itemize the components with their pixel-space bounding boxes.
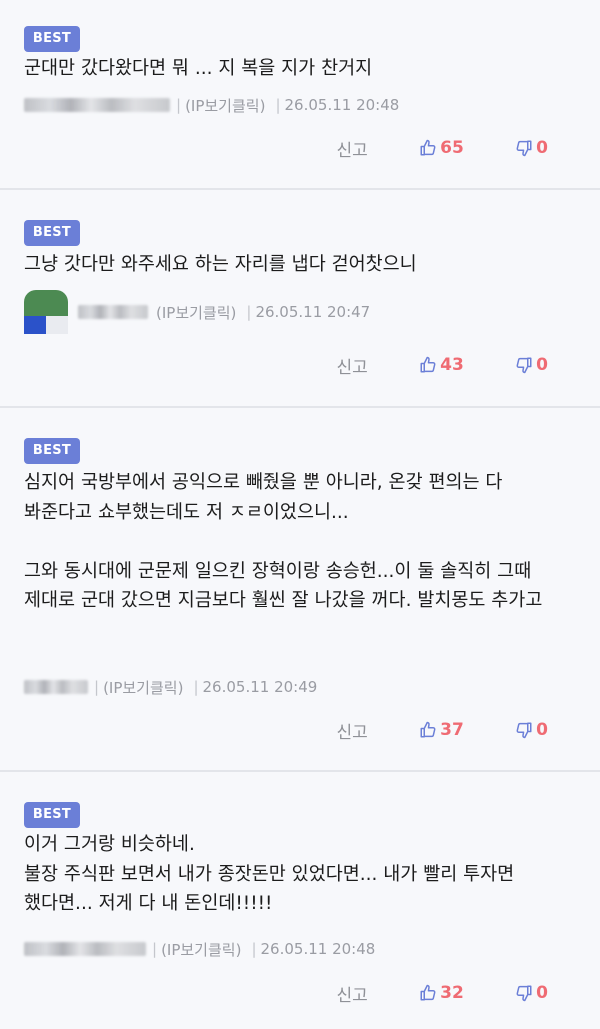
dislike-button[interactable]: 0 xyxy=(515,355,548,375)
comment-meta: | (IP보기클릭) | 26.05.11 20:49 xyxy=(24,676,317,698)
ip-view-link[interactable]: (IP보기클릭) xyxy=(103,677,183,698)
blurred-username xyxy=(78,305,148,319)
meta-divider: | xyxy=(275,96,281,114)
meta-divider: | xyxy=(152,940,158,958)
like-button[interactable]: 65 xyxy=(419,138,477,158)
ip-view-link[interactable]: (IP보기클릭) xyxy=(161,939,241,960)
comment-date: 26.05.11 20:47 xyxy=(255,303,371,321)
meta-divider: | xyxy=(94,678,100,696)
comment-meta: | (IP보기클릭) | 26.05.11 20:48 xyxy=(24,938,375,960)
dislike-count: 0 xyxy=(536,983,548,1003)
comment-text: 그냥 갓다만 와주세요 하는 자리를 냅다 걷어찻으니 xyxy=(24,254,417,275)
comment-actions: 신고 37 0 xyxy=(335,718,548,743)
meta-divider: | xyxy=(176,96,182,114)
thumbs-down-icon xyxy=(516,140,532,157)
meta-divider: | xyxy=(246,303,252,321)
ip-view-link[interactable]: (IP보기클릭) xyxy=(185,95,265,116)
comment-item: BEST 심지어 국방부에서 공익으로 빼줬을 뿐 아니라, 온갖 편의는 다 … xyxy=(0,408,600,772)
user-avatar xyxy=(24,290,68,334)
comment-meta: | (IP보기클릭) | 26.05.11 20:48 xyxy=(24,94,399,116)
dislike-count: 0 xyxy=(536,138,548,158)
comment-item: BEST 그냥 갓다만 와주세요 하는 자리를 냅다 걷어찻으니 (IP보기클릭… xyxy=(0,190,600,408)
thumbs-up-icon xyxy=(420,721,436,738)
comment-date: 26.05.11 20:49 xyxy=(202,678,318,696)
comment-text: 이거 그거랑 비슷하네. 불장 주식판 보면서 내가 종잣돈만 있었다면... … xyxy=(24,834,515,914)
comment-actions: 신고 65 0 xyxy=(335,136,548,161)
comment-item: BEST 이거 그거랑 비슷하네. 불장 주식판 보면서 내가 종잣돈만 있었다… xyxy=(0,772,600,1029)
like-button[interactable]: 32 xyxy=(419,983,477,1003)
comment-actions: 신고 32 0 xyxy=(335,981,548,1006)
like-count: 32 xyxy=(440,983,464,1003)
comment-text: 심지어 국방부에서 공익으로 빼줬을 뿐 아니라, 온갖 편의는 다 봐준다고 … xyxy=(24,472,543,611)
blurred-username xyxy=(24,680,88,694)
like-count: 43 xyxy=(440,355,464,375)
dislike-button[interactable]: 0 xyxy=(515,983,548,1003)
blurred-username xyxy=(24,98,170,112)
report-button[interactable]: 신고 xyxy=(335,718,369,743)
dislike-count: 0 xyxy=(536,720,548,740)
meta-divider: | xyxy=(251,940,257,958)
thumbs-down-icon xyxy=(516,722,532,739)
best-badge: BEST xyxy=(24,802,80,828)
comment-date: 26.05.11 20:48 xyxy=(260,940,376,958)
best-badge: BEST xyxy=(24,438,80,464)
report-button[interactable]: 신고 xyxy=(335,136,369,161)
thumbs-down-icon xyxy=(516,985,532,1002)
blurred-username xyxy=(24,942,146,956)
dislike-button[interactable]: 0 xyxy=(515,720,548,740)
thumbs-up-icon xyxy=(420,139,436,156)
report-button[interactable]: 신고 xyxy=(335,353,369,378)
ip-view-link[interactable]: (IP보기클릭) xyxy=(156,302,236,323)
dislike-button[interactable]: 0 xyxy=(515,138,548,158)
like-button[interactable]: 37 xyxy=(419,720,477,740)
like-count: 37 xyxy=(440,720,464,740)
like-button[interactable]: 43 xyxy=(419,355,477,375)
meta-divider: | xyxy=(193,678,199,696)
best-badge: BEST xyxy=(24,26,80,52)
comment-actions: 신고 43 0 xyxy=(335,353,548,378)
thumbs-up-icon xyxy=(420,356,436,373)
best-badge: BEST xyxy=(24,220,80,246)
thumbs-up-icon xyxy=(420,984,436,1001)
like-count: 65 xyxy=(440,138,464,158)
report-button[interactable]: 신고 xyxy=(335,981,369,1006)
comment-item: BEST 군대만 갔다왔다면 뭐 ... 지 복을 지가 찬거지 | (IP보기… xyxy=(0,0,600,190)
dislike-count: 0 xyxy=(536,355,548,375)
thumbs-down-icon xyxy=(516,357,532,374)
comment-date: 26.05.11 20:48 xyxy=(284,96,400,114)
comment-text: 군대만 갔다왔다면 뭐 ... 지 복을 지가 찬거지 xyxy=(24,58,373,79)
comment-meta: (IP보기클릭) | 26.05.11 20:47 xyxy=(24,288,370,336)
